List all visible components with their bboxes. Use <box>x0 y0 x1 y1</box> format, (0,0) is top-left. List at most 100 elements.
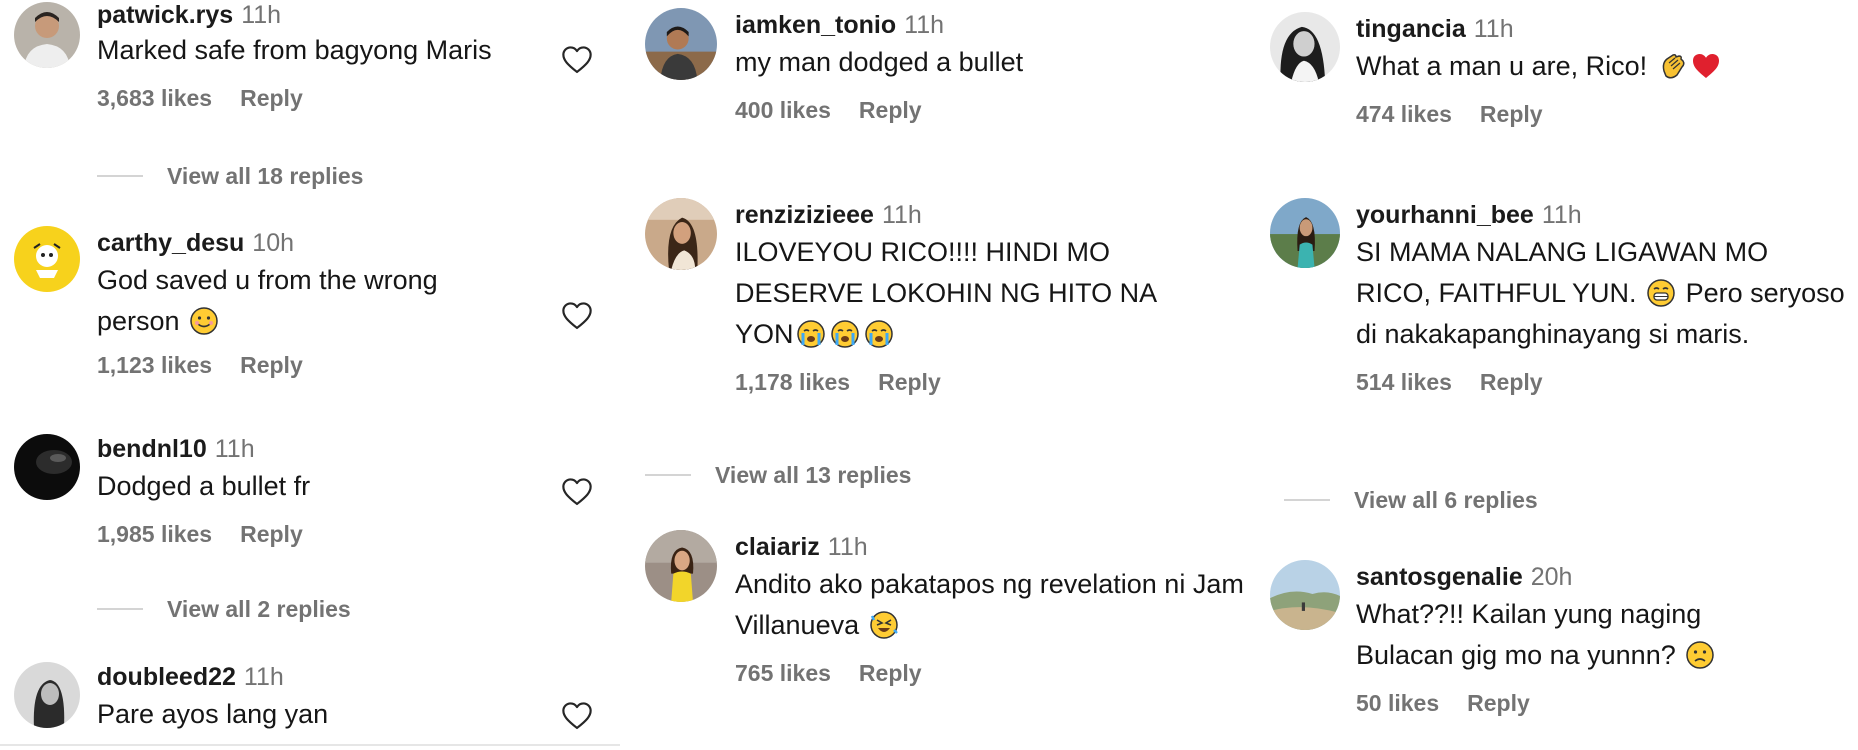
comment-username[interactable]: bendnl10 <box>97 435 207 463</box>
reply-button[interactable]: Reply <box>1467 690 1530 716</box>
user-avatar[interactable] <box>1270 198 1340 268</box>
red-heart-emoji <box>1691 51 1721 81</box>
like-count[interactable]: 50 likes <box>1356 690 1439 716</box>
user-avatar[interactable] <box>1270 12 1340 82</box>
avatar-man-white-shirt <box>14 2 80 68</box>
avatar-woman-yellow <box>645 530 717 602</box>
avatar-woman-outdoor <box>1270 198 1340 268</box>
view-replies-button[interactable]: View all 13 replies <box>645 462 911 489</box>
avatar-landscape <box>1270 560 1340 630</box>
view-replies-label: View all 13 replies <box>715 462 912 488</box>
avatar-grey-portrait <box>14 662 80 728</box>
comment-time: 11h <box>904 11 945 39</box>
user-avatar[interactable] <box>14 2 80 68</box>
comment-username[interactable]: carthy_desu <box>97 229 244 257</box>
comment-time: 11h <box>1541 201 1582 229</box>
user-avatar[interactable] <box>14 226 80 292</box>
comment-text: What??!! Kailan yung naging Bulacan gig … <box>1356 594 1776 676</box>
user-avatar[interactable] <box>1270 560 1340 630</box>
like-count[interactable]: 1,178 likes <box>735 369 850 395</box>
like-heart-icon[interactable] <box>560 300 594 330</box>
view-replies-button[interactable]: View all 6 replies <box>1284 487 1538 514</box>
user-avatar[interactable] <box>14 662 80 728</box>
comment-time: 11h <box>243 663 284 691</box>
crying-face-emoji <box>830 319 860 349</box>
comment-username[interactable]: iamken_tonio <box>735 11 896 39</box>
reply-button[interactable]: Reply <box>878 369 941 395</box>
reply-button[interactable]: Reply <box>240 521 303 547</box>
comment-text: What a man u are, Rico! <box>1356 46 1858 87</box>
crying-face-emoji <box>796 319 826 349</box>
comment-time: 11h <box>1473 15 1514 43</box>
comments-panel-left: patwick.rys 11h Marked safe from bagyong … <box>0 0 620 750</box>
like-count[interactable]: 1,123 likes <box>97 352 212 378</box>
replies-divider-line <box>645 473 691 476</box>
like-count[interactable]: 474 likes <box>1356 101 1452 127</box>
view-replies-label: View all 6 replies <box>1354 487 1538 513</box>
reply-button[interactable]: Reply <box>859 660 922 686</box>
sad-face-emoji <box>1685 640 1715 670</box>
like-count[interactable]: 765 likes <box>735 660 831 686</box>
comment-text: Dodged a bullet fr <box>97 471 311 501</box>
reply-button[interactable]: Reply <box>240 85 303 111</box>
crying-face-emoji <box>864 319 894 349</box>
avatar-woman-warm <box>645 198 717 270</box>
user-avatar[interactable] <box>14 434 80 500</box>
comment-time: 11h <box>827 533 868 561</box>
smiling-face-emoji <box>189 306 219 336</box>
comment-time: 11h <box>241 1 282 29</box>
like-heart-icon[interactable] <box>560 44 594 74</box>
avatar-woman-bw <box>1270 12 1340 82</box>
user-avatar[interactable] <box>645 530 717 602</box>
comment-username[interactable]: patwick.rys <box>97 1 233 29</box>
reply-button[interactable]: Reply <box>240 352 303 378</box>
comment-username[interactable]: yourhanni_bee <box>1356 201 1534 229</box>
comment-time: 10h <box>252 229 295 257</box>
user-avatar[interactable] <box>645 198 717 270</box>
like-heart-icon[interactable] <box>560 476 594 506</box>
comment-text: ILOVEYOU RICO!!!! HINDI MO DESERVE LOKOH… <box>735 237 1163 349</box>
reply-button[interactable]: Reply <box>859 97 922 123</box>
comment-username[interactable]: doubleed22 <box>97 663 236 691</box>
rolling-laughing-emoji <box>869 610 899 640</box>
reply-button[interactable]: Reply <box>1480 101 1543 127</box>
view-replies-label: View all 2 replies <box>167 596 351 622</box>
comment-text: Andito ako pakatapos ng revelation ni Ja… <box>735 569 1252 640</box>
like-heart-icon[interactable] <box>560 700 594 730</box>
comment-username[interactable]: santosgenalie <box>1356 563 1523 591</box>
replies-divider-line <box>1284 498 1330 501</box>
grinning-face-emoji <box>1646 278 1676 308</box>
comment-text: Pare ayos lang yan <box>97 699 329 729</box>
view-replies-button[interactable]: View all 2 replies <box>97 596 351 623</box>
comment-text: my man dodged a bullet <box>735 47 1024 77</box>
panel-bottom-divider <box>0 744 620 746</box>
comment-username[interactable]: claiariz <box>735 533 820 561</box>
comment-time: 20h <box>1530 563 1573 591</box>
heart-outline-icon <box>562 46 592 74</box>
avatar-dark <box>14 434 80 500</box>
replies-divider-line <box>97 174 143 177</box>
comment-text: SI MAMA NALANG LIGAWAN MO RICO, FAITHFUL… <box>1356 237 1853 349</box>
replies-divider-line <box>97 607 143 610</box>
comments-panel-right: tingancia 11h What a man u are, Rico! 474… <box>1270 0 1858 750</box>
comment-time: 11h <box>214 435 255 463</box>
comment-text: God saved u from the wrong person <box>97 265 446 336</box>
like-count[interactable]: 3,683 likes <box>97 85 212 111</box>
comment-time: 11h <box>881 201 922 229</box>
view-replies-label: View all 18 replies <box>167 163 364 189</box>
heart-outline-icon <box>562 702 592 730</box>
like-count[interactable]: 400 likes <box>735 97 831 123</box>
avatar-man-outdoor <box>645 8 717 80</box>
comment-username[interactable]: tingancia <box>1356 15 1466 43</box>
comment-username[interactable]: renzizizieee <box>735 201 874 229</box>
heart-outline-icon <box>562 478 592 506</box>
avatar-yellow-cartoon <box>14 226 80 292</box>
comments-panel-middle: iamken_tonio 11h my man dodged a bullet 4… <box>645 0 1265 750</box>
like-count[interactable]: 514 likes <box>1356 369 1452 395</box>
like-count[interactable]: 1,985 likes <box>97 521 212 547</box>
comment-text: Marked safe from bagyong Maris <box>97 35 492 65</box>
heart-outline-icon <box>562 302 592 330</box>
view-replies-button[interactable]: View all 18 replies <box>97 163 363 190</box>
user-avatar[interactable] <box>645 8 717 80</box>
reply-button[interactable]: Reply <box>1480 369 1543 395</box>
